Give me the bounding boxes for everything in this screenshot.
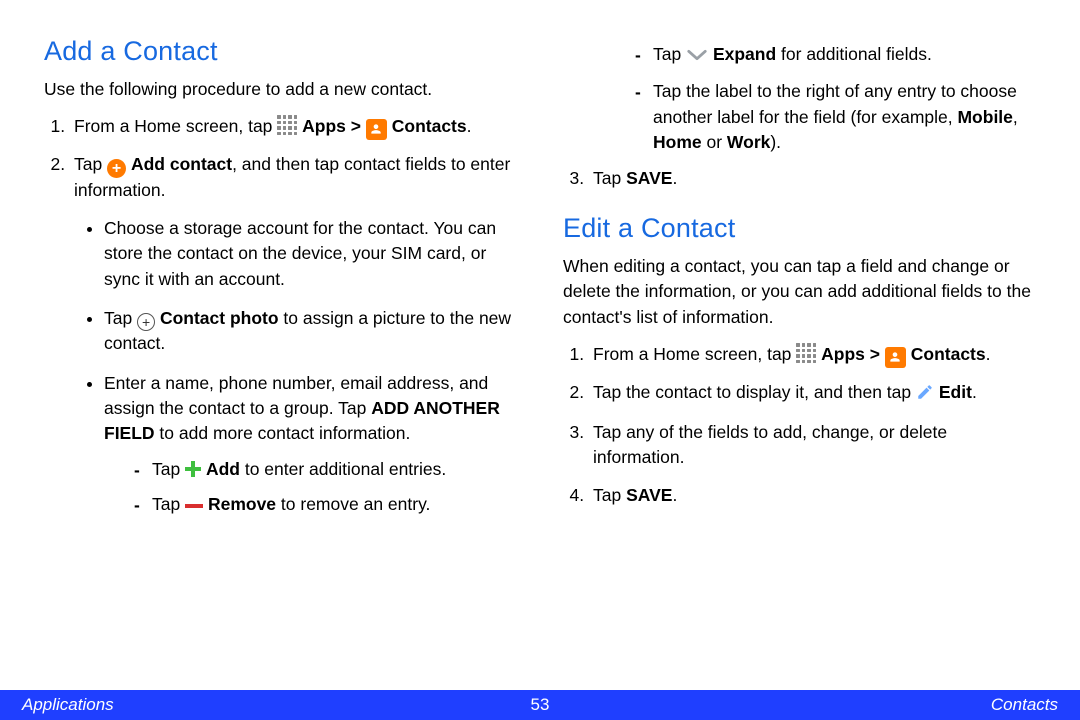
step3-suffix: . [672, 168, 677, 188]
enter-suffix: to add more contact information. [155, 423, 411, 443]
mobile-label: Mobile [957, 107, 1012, 127]
contacts-label: Contacts [911, 344, 986, 364]
add-contact-label: Add contact [131, 154, 232, 174]
e4-suffix: . [672, 485, 677, 505]
work-label: Work [727, 132, 770, 152]
e2-suffix: . [972, 382, 977, 402]
dash-remove-prefix: Tap [152, 494, 185, 514]
plus-outline-icon [137, 313, 155, 331]
edit-contact-intro: When editing a contact, you can tap a fi… [563, 254, 1036, 330]
add-contact-step3: Tap SAVE. [563, 166, 1036, 191]
bullet-photo: Tap Contact photo to assign a picture to… [104, 306, 517, 357]
red-minus-icon [185, 504, 203, 508]
step1-suffix: . [467, 116, 472, 136]
step-2: Tap Add contact, and then tap contact fi… [70, 152, 517, 518]
remove-label: Remove [208, 494, 276, 514]
gt: > [351, 116, 366, 136]
apps-label: Apps [821, 344, 865, 364]
content-columns: Add a Contact Use the following procedur… [0, 0, 1080, 532]
add-contact-intro: Use the following procedure to add a new… [44, 77, 517, 102]
save-label: SAVE [626, 168, 672, 188]
step-1: From a Home screen, tap Apps > Contacts. [70, 114, 517, 140]
add-contact-steps: From a Home screen, tap Apps > Contacts.… [44, 114, 517, 517]
right-column: Tap Expand for additional fields. Tap th… [563, 36, 1036, 532]
step2-prefix: Tap [74, 154, 107, 174]
apps-label: Apps [302, 116, 346, 136]
dash-add-suffix: to enter additional entries. [240, 459, 446, 479]
e-step-3: Tap any of the fields to add, change, or… [589, 420, 1036, 471]
expand-prefix: Tap [653, 44, 686, 64]
step3-prefix: Tap [593, 168, 626, 188]
contacts-icon [885, 347, 906, 368]
edit-contact-steps: From a Home screen, tap Apps > Contacts.… [563, 342, 1036, 508]
dash-expand: Tap Expand for additional fields. [635, 42, 1036, 69]
footer-page-number: 53 [531, 695, 550, 715]
continued-dashes: Tap Expand for additional fields. Tap th… [563, 42, 1036, 156]
sep2: or [702, 132, 727, 152]
sep1: , [1013, 107, 1018, 127]
green-plus-icon [185, 461, 201, 477]
step-3: Tap SAVE. [589, 166, 1036, 191]
enter-dashes: Tap Add to enter additional entries. Tap… [104, 457, 517, 518]
e-step-1: From a Home screen, tap Apps > Contacts. [589, 342, 1036, 368]
label-suffix: ). [770, 132, 781, 152]
contact-photo-label: Contact photo [160, 308, 279, 328]
add-label: Add [206, 459, 240, 479]
e1-suffix: . [986, 344, 991, 364]
e2-prefix: Tap the contact to display it, and then … [593, 382, 916, 402]
footer-right: Contacts [991, 695, 1058, 715]
dash-add-prefix: Tap [152, 459, 185, 479]
photo-prefix: Tap [104, 308, 137, 328]
edit-contact-heading: Edit a Contact [563, 213, 1036, 244]
page: Add a Contact Use the following procedur… [0, 0, 1080, 720]
e4-prefix: Tap [593, 485, 626, 505]
contacts-icon [366, 119, 387, 140]
dash-remove: Tap Remove to remove an entry. [134, 492, 517, 517]
step1-prefix: From a Home screen, tap [74, 116, 277, 136]
footer-left: Applications [22, 695, 114, 715]
step2-bullets: Choose a storage account for the contact… [74, 216, 517, 518]
home-label: Home [653, 132, 702, 152]
chevron-down-icon [686, 44, 708, 69]
e1-prefix: From a Home screen, tap [593, 344, 796, 364]
edit-label: Edit [939, 382, 972, 402]
dash-add: Tap Add to enter additional entries. [134, 457, 517, 482]
apps-icon [796, 343, 816, 363]
left-column: Add a Contact Use the following procedur… [44, 36, 517, 532]
save-label-2: SAVE [626, 485, 672, 505]
expand-suffix: for additional fields. [776, 44, 932, 64]
bullet-enter: Enter a name, phone number, email addres… [104, 371, 517, 518]
gt: > [870, 344, 885, 364]
apps-icon [277, 115, 297, 135]
e-step-4: Tap SAVE. [589, 483, 1036, 508]
bullet-storage: Choose a storage account for the contact… [104, 216, 517, 292]
footer-bar: Applications 53 Contacts [0, 690, 1080, 720]
dash-label: Tap the label to the right of any entry … [635, 79, 1036, 155]
e-step-2: Tap the contact to display it, and then … [589, 380, 1036, 408]
dash-remove-suffix: to remove an entry. [276, 494, 430, 514]
contacts-label: Contacts [392, 116, 467, 136]
expand-label: Expand [713, 44, 776, 64]
pencil-icon [916, 383, 934, 408]
add-contact-heading: Add a Contact [44, 36, 517, 67]
add-circle-icon [107, 159, 126, 178]
